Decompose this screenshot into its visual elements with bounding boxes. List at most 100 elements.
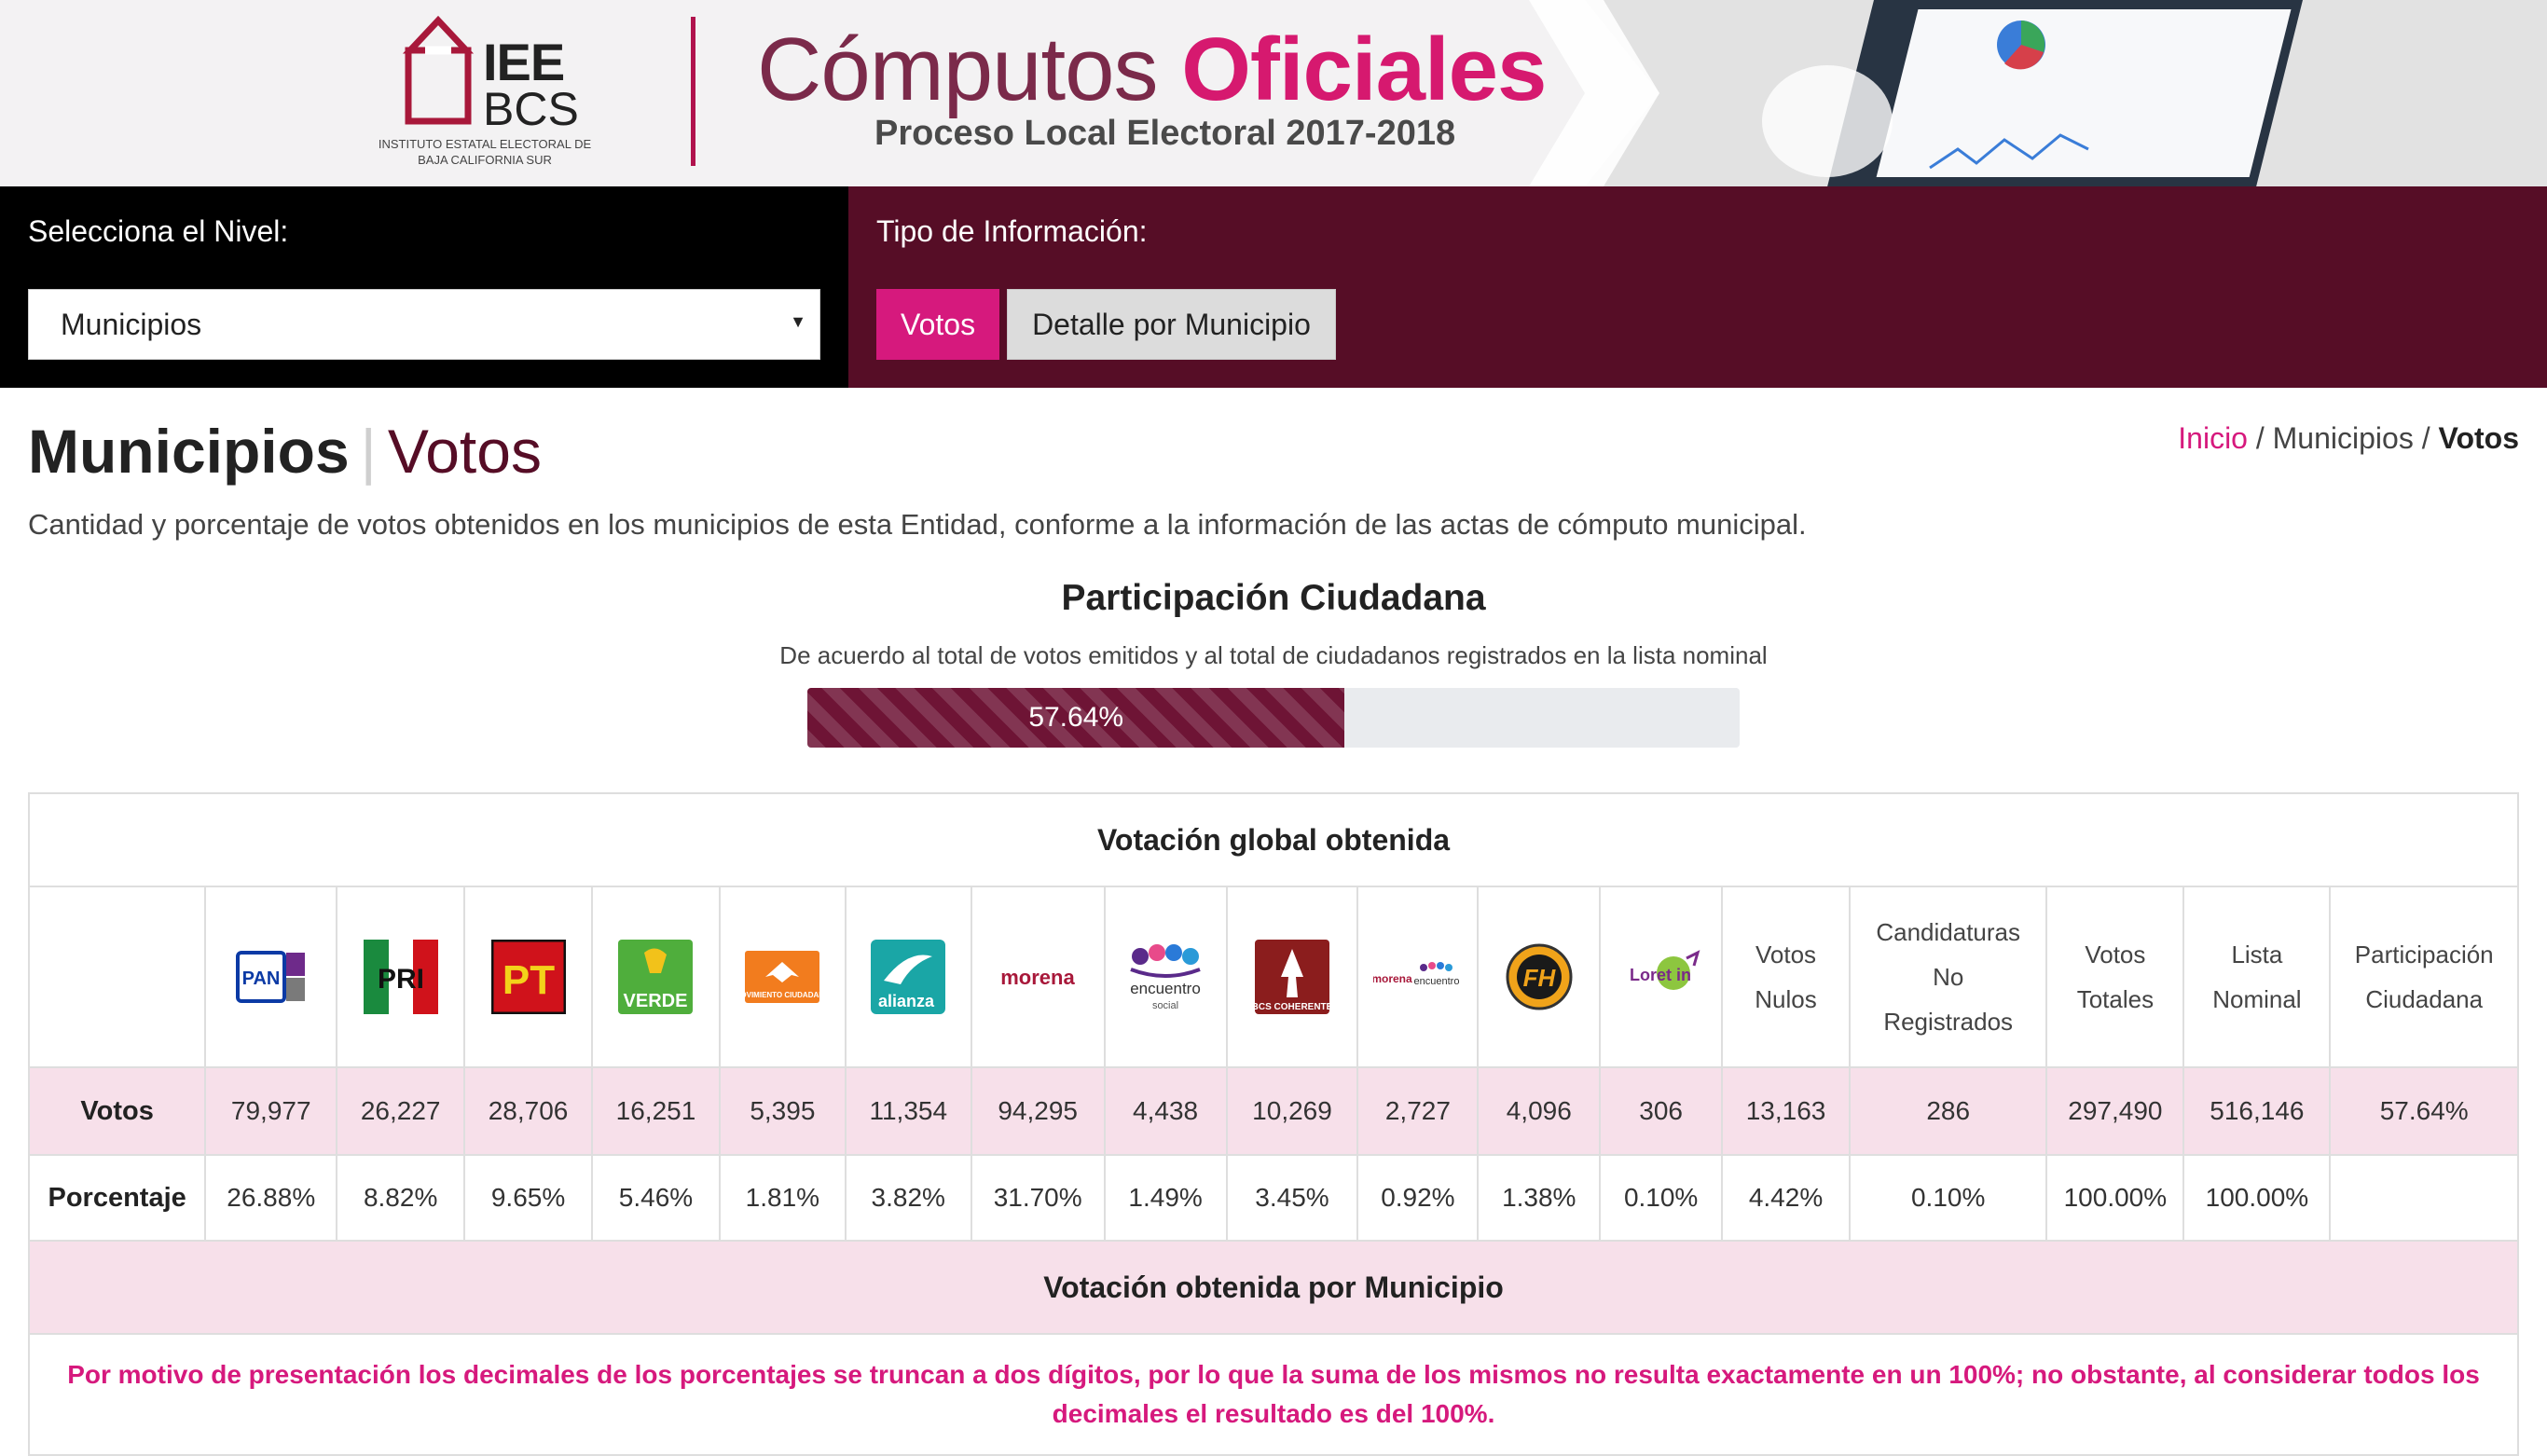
party-cell-fh: FH xyxy=(1477,886,1602,1068)
votos-button[interactable]: Votos xyxy=(876,289,1000,360)
header-line: Votos xyxy=(1755,941,1817,968)
verde-logo-icon: VERDE xyxy=(618,940,694,1014)
participacion-progress-fill: 57.64% xyxy=(807,688,1345,748)
party-cell-morena: morena xyxy=(970,886,1106,1068)
nivel-select[interactable]: Municipios ▼ xyxy=(28,289,820,360)
votacion-table: Votación global obtenida PAN PRI PT VERD… xyxy=(27,792,2519,1456)
table-cell: 516,146 xyxy=(2182,1066,2332,1156)
morena-logo-text: morena xyxy=(1000,966,1075,989)
pan-logo-icon: PAN xyxy=(235,951,305,1003)
header-banner: IEE BCS Instituto Estatal Electoral de B… xyxy=(0,0,2547,186)
party-cell-pri: PRI xyxy=(336,886,466,1068)
es-logo-text-2: social xyxy=(1152,1000,1178,1011)
pri-logo-text: PRI xyxy=(378,964,424,995)
movimiento-ciudadano-logo-icon: MOVIMIENTO CIUDADANO xyxy=(745,951,820,1003)
decimales-note: Por motivo de presentación los decimales… xyxy=(28,1333,2519,1456)
table-cell: 31.70% xyxy=(970,1154,1106,1242)
title-separator: | xyxy=(360,417,377,486)
participacion-title: Participación Ciudadana xyxy=(1061,578,1486,618)
row-label-votos: Votos xyxy=(27,1066,207,1156)
bcs-logo-text: BCS COHERENTE xyxy=(1255,1002,1329,1012)
party-cell-pt: PT xyxy=(463,886,594,1068)
table-cell: 1.38% xyxy=(1477,1154,1602,1242)
pan-logo-text: PAN xyxy=(241,968,280,989)
table-row-porcentaje: Porcentaje 26.88% 8.82% 9.65% 5.46% 1.81% 3.8… xyxy=(27,1154,2519,1242)
selector-bar: Selecciona el Nivel: Municipios ▼ Tipo d… xyxy=(0,186,2547,388)
party-cell-pan: PAN xyxy=(204,886,338,1068)
table-cell: 0.92% xyxy=(1356,1154,1480,1242)
nueva-alianza-logo-icon: alianza xyxy=(871,940,946,1014)
header-participacion-ciudadana: Participación Ciudadana xyxy=(2329,886,2519,1068)
participacion-progress-bar: 57.64% xyxy=(807,688,1740,748)
table-cell: 5.46% xyxy=(591,1154,721,1242)
loreto-in-logo-icon: Loret in xyxy=(1630,950,1700,990)
tipo-label: Tipo de Información: xyxy=(876,214,1148,248)
table-cell: 297,490 xyxy=(2045,1066,2185,1156)
votacion-table-wrapper: Votación global obtenida PAN PRI PT VERD… xyxy=(27,792,2519,1456)
breadcrumb-separator: / xyxy=(2421,421,2430,455)
table-cell: 2,727 xyxy=(1356,1066,1480,1156)
header-line: Candidaturas xyxy=(1876,918,2021,946)
banner-divider xyxy=(691,17,695,166)
coal-logo-text-2: encuentro xyxy=(1413,976,1459,987)
coalicion-morena-encuentro-logo-icon: morena encuentro xyxy=(1373,962,1459,987)
party-cell-loreto-in: Loret in xyxy=(1599,886,1724,1068)
party-cell-mc: MOVIMIENTO CIUDADANO xyxy=(718,886,847,1068)
banner-title-oficiales: Oficiales xyxy=(1181,20,1547,119)
pt-logo-icon: PT xyxy=(490,940,566,1014)
tipo-buttons: Votos Detalle por Municipio xyxy=(876,289,1336,360)
table-cell: 4,438 xyxy=(1103,1066,1228,1156)
table-cell: 11,354 xyxy=(844,1066,972,1156)
header-line: Totales xyxy=(2076,985,2155,1013)
detalle-municipio-button[interactable]: Detalle por Municipio xyxy=(1007,289,1336,360)
logo-text-bcs: BCS xyxy=(483,83,579,135)
iee-bcs-logo[interactable]: IEE BCS Instituto Estatal Electoral de B… xyxy=(373,13,597,172)
header-line: Nulos xyxy=(1755,985,1817,1013)
table-cell: 100.00% xyxy=(2045,1154,2185,1242)
morena-logo-icon: morena xyxy=(1000,966,1075,989)
header-votos-nulos: Votos Nulos xyxy=(1721,886,1851,1068)
header-line: Lista xyxy=(2231,941,2283,968)
table-cell: 9.65% xyxy=(463,1154,594,1242)
header-line: Votos xyxy=(2085,941,2146,968)
table-cell: 8.82% xyxy=(336,1154,466,1242)
header-empty-cell xyxy=(27,886,207,1068)
verde-logo-text: VERDE xyxy=(624,991,688,1011)
dropdown-arrow-icon: ▼ xyxy=(790,312,806,331)
table-cell: 100.00% xyxy=(2182,1154,2332,1242)
page-title-main: Municipios xyxy=(28,417,350,486)
header-line: No xyxy=(1933,963,1964,991)
pri-logo-icon: PRI xyxy=(363,940,438,1014)
fh-logo-text: FH xyxy=(1522,964,1556,992)
breadcrumb-level: Municipios xyxy=(2272,421,2414,455)
mc-logo-text: MOVIMIENTO CIUDADANO xyxy=(745,991,819,999)
votacion-global-title: Votación global obtenida xyxy=(28,792,2519,887)
page-title: Municipios | Votos xyxy=(28,416,542,487)
coal-logo-text-1: morena xyxy=(1373,972,1412,985)
table-cell: 0.10% xyxy=(1848,1154,2048,1242)
table-cell: 16,251 xyxy=(591,1066,721,1156)
nivel-select-value: Municipios xyxy=(61,307,202,341)
table-cell: 4,096 xyxy=(1477,1066,1602,1156)
table-cell: 10,269 xyxy=(1225,1066,1359,1156)
banner-subtitle: Proceso Local Electoral 2017-2018 xyxy=(874,114,1456,153)
table-header-row: PAN PRI PT VERDE VIMIENTO CIUDADA alianz… xyxy=(27,886,2519,1068)
table-cell: 13,163 xyxy=(1721,1066,1851,1156)
logo-caption: Instituto Estatal Electoral de Baja Cali… xyxy=(378,137,592,167)
table-cell xyxy=(2329,1154,2519,1242)
votacion-municipio-title: Votación obtenida por Municipio xyxy=(28,1240,2519,1335)
banner-title-computos: Cómputos xyxy=(757,20,1159,119)
breadcrumb-current: Votos xyxy=(2438,421,2519,455)
breadcrumb-home-link[interactable]: Inicio xyxy=(2178,421,2248,455)
row-label-porcentaje: Porcentaje xyxy=(27,1154,207,1242)
table-cell: 28,706 xyxy=(463,1066,594,1156)
fh-logo-icon: FH xyxy=(1506,943,1573,1010)
participacion-subtitle: De acuerdo al total de votos emitidos y … xyxy=(779,641,1768,669)
tipo-panel: Tipo de Información: Votos Detalle por M… xyxy=(848,186,2547,388)
table-cell: 4.42% xyxy=(1721,1154,1851,1242)
table-cell: 0.10% xyxy=(1599,1154,1724,1242)
header-votos-totales: Votos Totales xyxy=(2045,886,2185,1068)
header-line: Nominal xyxy=(2212,985,2302,1013)
header-lista-nominal: Lista Nominal xyxy=(2182,886,2332,1068)
encuentro-social-logo-icon: encuentro social xyxy=(1130,944,1201,1011)
